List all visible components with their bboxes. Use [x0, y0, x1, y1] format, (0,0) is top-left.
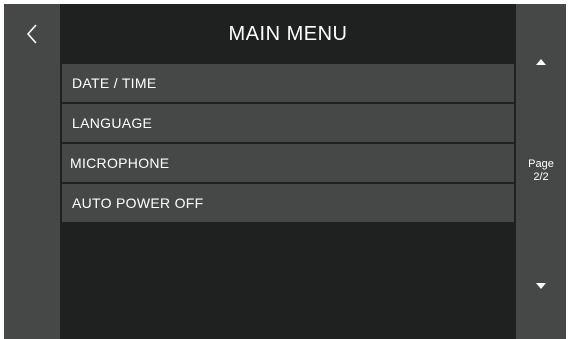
menu-item-label: DATE / TIME: [72, 75, 157, 91]
triangle-down-icon: [536, 283, 546, 289]
page-number: 2/2: [533, 171, 549, 183]
menu-item-label: LANGUAGE: [72, 115, 153, 131]
menu-list: DATE / TIME LANGUAGE MICROPHONE AUTO POW…: [62, 64, 514, 224]
page-indicator: Page 2/2: [516, 158, 566, 184]
back-button[interactable]: [4, 4, 60, 64]
menu-item-label: MICROPHONE: [70, 155, 170, 171]
menu-item-microphone[interactable]: MICROPHONE: [62, 144, 514, 182]
menu-item-label: AUTO POWER OFF: [72, 195, 204, 211]
triangle-up-icon: [536, 59, 546, 65]
menu-item-language[interactable]: LANGUAGE: [62, 104, 514, 142]
page-up-button[interactable]: [516, 42, 566, 82]
page-down-button[interactable]: [516, 266, 566, 306]
menu-item-auto-power-off[interactable]: AUTO POWER OFF: [62, 184, 514, 222]
page-label: Page: [528, 158, 554, 170]
page-title: MAIN MENU: [228, 22, 348, 45]
menu-item-date-time[interactable]: DATE / TIME: [62, 64, 514, 102]
chevron-left-icon: [26, 24, 37, 44]
device-screen: MAIN MENU DATE / TIME LANGUAGE MICROPHON…: [4, 4, 566, 339]
